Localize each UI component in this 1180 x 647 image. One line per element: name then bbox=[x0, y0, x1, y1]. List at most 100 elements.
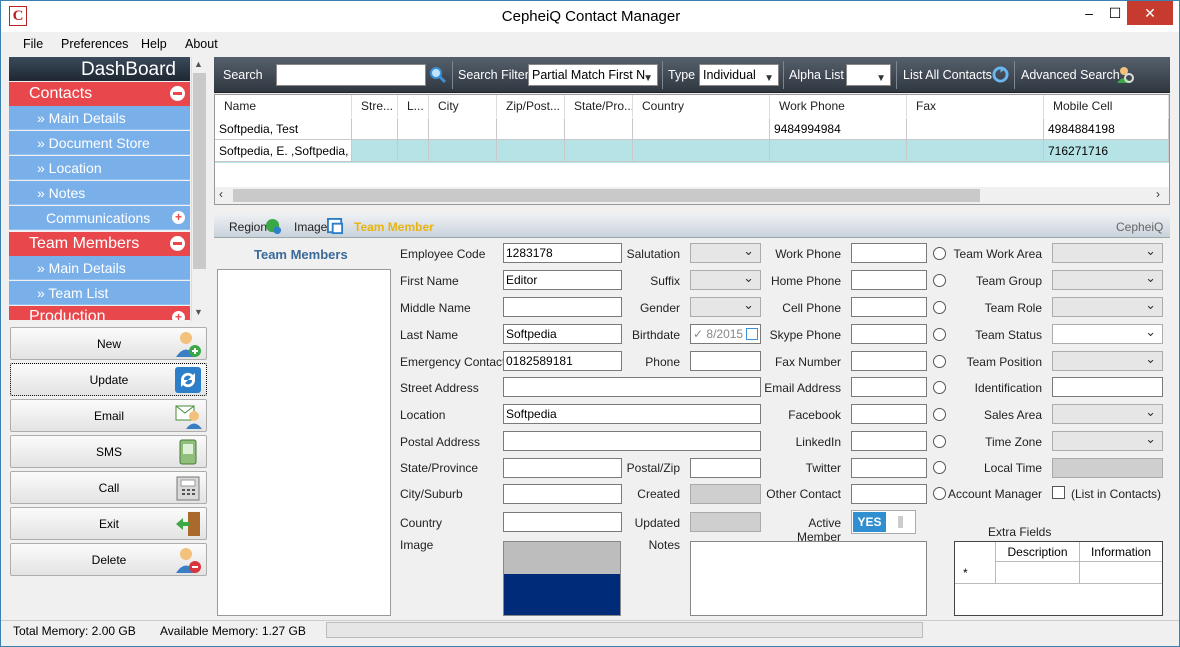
minimize-button[interactable]: – bbox=[1075, 1, 1103, 25]
table-cell[interactable] bbox=[352, 118, 398, 140]
call-button[interactable]: Call bbox=[10, 471, 207, 504]
column-header-street[interactable]: Stre... bbox=[352, 95, 398, 117]
type-select[interactable]: Individual ▼ bbox=[699, 64, 779, 86]
alpha-list-select[interactable]: ▼ bbox=[846, 64, 891, 86]
table-cell[interactable] bbox=[497, 140, 565, 162]
active-member-toggle[interactable]: YES bbox=[851, 510, 916, 534]
menu-preferences[interactable]: Preferences bbox=[61, 37, 128, 51]
search-filter-select[interactable]: Partial Match First N ▼ bbox=[528, 64, 658, 86]
table-cell[interactable]: Softpedia, E. ,Softpedia, T bbox=[215, 140, 352, 162]
table-cell[interactable] bbox=[633, 140, 770, 162]
table-cell[interactable] bbox=[770, 140, 907, 162]
close-button[interactable]: ✕ bbox=[1127, 1, 1173, 25]
street-address-field[interactable] bbox=[503, 377, 761, 397]
sidebar-item-notes[interactable]: » Notes bbox=[9, 181, 190, 205]
sidebar-item-document-store[interactable]: » Document Store bbox=[9, 131, 190, 155]
salutation-select[interactable] bbox=[690, 243, 761, 263]
sidebar-item-location[interactable]: » Location bbox=[9, 156, 190, 180]
team-group-select[interactable] bbox=[1052, 270, 1163, 290]
table-cell[interactable] bbox=[565, 118, 633, 140]
account-manager-checkbox[interactable] bbox=[1052, 486, 1065, 499]
sms-button[interactable]: SMS bbox=[10, 435, 207, 468]
extra-fields-description-header[interactable]: Description bbox=[995, 542, 1079, 562]
identification-field[interactable] bbox=[1052, 377, 1163, 397]
table-cell[interactable] bbox=[352, 140, 398, 162]
email-button[interactable]: Email bbox=[10, 399, 207, 432]
table-cell[interactable] bbox=[497, 118, 565, 140]
twitter-field[interactable] bbox=[851, 458, 927, 478]
gender-select[interactable] bbox=[690, 297, 761, 317]
sidebar-item-main-details[interactable]: » Main Details bbox=[9, 106, 190, 130]
image-tab[interactable]: Image bbox=[294, 220, 327, 234]
column-header-zip[interactable]: Zip/Post... bbox=[497, 95, 565, 117]
image-icon[interactable] bbox=[327, 218, 344, 235]
team-members-list[interactable] bbox=[217, 269, 391, 616]
advanced-search-button[interactable]: Advanced Search bbox=[1021, 68, 1120, 82]
table-cell[interactable]: 9484994984 bbox=[770, 118, 907, 140]
sidebar-production-header[interactable]: Production + bbox=[9, 306, 190, 320]
advanced-search-icon[interactable] bbox=[1115, 65, 1135, 85]
column-header-name[interactable]: Name bbox=[215, 95, 352, 117]
team-role-select[interactable] bbox=[1052, 297, 1163, 317]
postal-address-field[interactable] bbox=[503, 431, 761, 451]
scroll-up-icon[interactable]: ▲ bbox=[194, 59, 203, 69]
new-button[interactable]: New bbox=[10, 327, 207, 360]
expand-icon[interactable]: + bbox=[172, 311, 185, 320]
member-image[interactable] bbox=[503, 541, 621, 616]
table-cell[interactable]: 4984884198 bbox=[1044, 118, 1169, 140]
scroll-right-icon[interactable]: › bbox=[1156, 187, 1160, 201]
facebook-field[interactable] bbox=[851, 404, 927, 424]
column-header-fax[interactable]: Fax bbox=[907, 95, 1044, 117]
skype-phone-field[interactable] bbox=[851, 324, 927, 344]
menu-file[interactable]: File bbox=[23, 37, 43, 51]
menu-help[interactable]: Help bbox=[141, 37, 167, 51]
table-cell[interactable] bbox=[907, 118, 1044, 140]
column-header-mobile-cell[interactable]: Mobile Cell bbox=[1044, 95, 1169, 117]
scroll-left-icon[interactable]: ‹ bbox=[219, 187, 223, 201]
calendar-icon[interactable] bbox=[746, 328, 758, 340]
maximize-button[interactable]: ☐ bbox=[1101, 1, 1129, 25]
location-field[interactable]: Softpedia bbox=[503, 404, 761, 424]
extra-fields-cell[interactable] bbox=[1079, 562, 1162, 584]
sidebar-item-team-main-details[interactable]: » Main Details bbox=[9, 256, 190, 280]
notes-textarea[interactable] bbox=[690, 541, 927, 616]
region-tab[interactable]: Region bbox=[229, 220, 267, 234]
update-button[interactable]: Update bbox=[10, 363, 207, 396]
suffix-select[interactable] bbox=[690, 270, 761, 290]
team-position-select[interactable] bbox=[1052, 351, 1163, 371]
column-header-city[interactable]: City bbox=[429, 95, 497, 117]
table-cell[interactable]: 716271716 bbox=[1044, 140, 1169, 162]
table-cell[interactable] bbox=[429, 140, 497, 162]
home-phone-field[interactable] bbox=[851, 270, 927, 290]
column-header-work-phone[interactable]: Work Phone bbox=[770, 95, 907, 117]
table-cell[interactable] bbox=[398, 140, 429, 162]
extra-fields-cell[interactable] bbox=[995, 562, 1079, 584]
collapse-icon[interactable] bbox=[170, 86, 185, 101]
sidebar-team-header[interactable]: Team Members bbox=[9, 232, 190, 256]
delete-button[interactable]: Delete bbox=[10, 543, 207, 576]
exit-button[interactable]: Exit bbox=[10, 507, 207, 540]
sidebar-item-team-list[interactable]: » Team List bbox=[9, 281, 190, 305]
sidebar-item-communications[interactable]: Communications + bbox=[9, 206, 190, 230]
postal-zip-field[interactable] bbox=[690, 458, 761, 478]
list-all-contacts-button[interactable]: List All Contacts bbox=[903, 68, 992, 82]
work-phone-field[interactable] bbox=[851, 243, 927, 263]
scroll-down-icon[interactable]: ▼ bbox=[194, 307, 203, 317]
column-header-state[interactable]: State/Pro... bbox=[565, 95, 633, 117]
linkedin-field[interactable] bbox=[851, 431, 927, 451]
email-address-field[interactable] bbox=[851, 377, 927, 397]
table-cell[interactable] bbox=[633, 118, 770, 140]
expand-icon[interactable]: + bbox=[172, 211, 185, 224]
collapse-icon[interactable] bbox=[170, 236, 185, 251]
team-status-select[interactable] bbox=[1052, 324, 1163, 344]
refresh-icon[interactable] bbox=[992, 66, 1009, 83]
sidebar-contacts-header[interactable]: Contacts bbox=[9, 82, 190, 106]
table-cell[interactable] bbox=[907, 140, 1044, 162]
column-header-l[interactable]: L... bbox=[398, 95, 429, 117]
cell-phone-field[interactable] bbox=[851, 297, 927, 317]
time-zone-select[interactable] bbox=[1052, 431, 1163, 451]
globe-add-icon[interactable] bbox=[265, 218, 282, 235]
column-header-country[interactable]: Country bbox=[633, 95, 770, 117]
fax-number-field[interactable] bbox=[851, 351, 927, 371]
table-cell[interactable]: Softpedia, Test bbox=[215, 118, 352, 140]
